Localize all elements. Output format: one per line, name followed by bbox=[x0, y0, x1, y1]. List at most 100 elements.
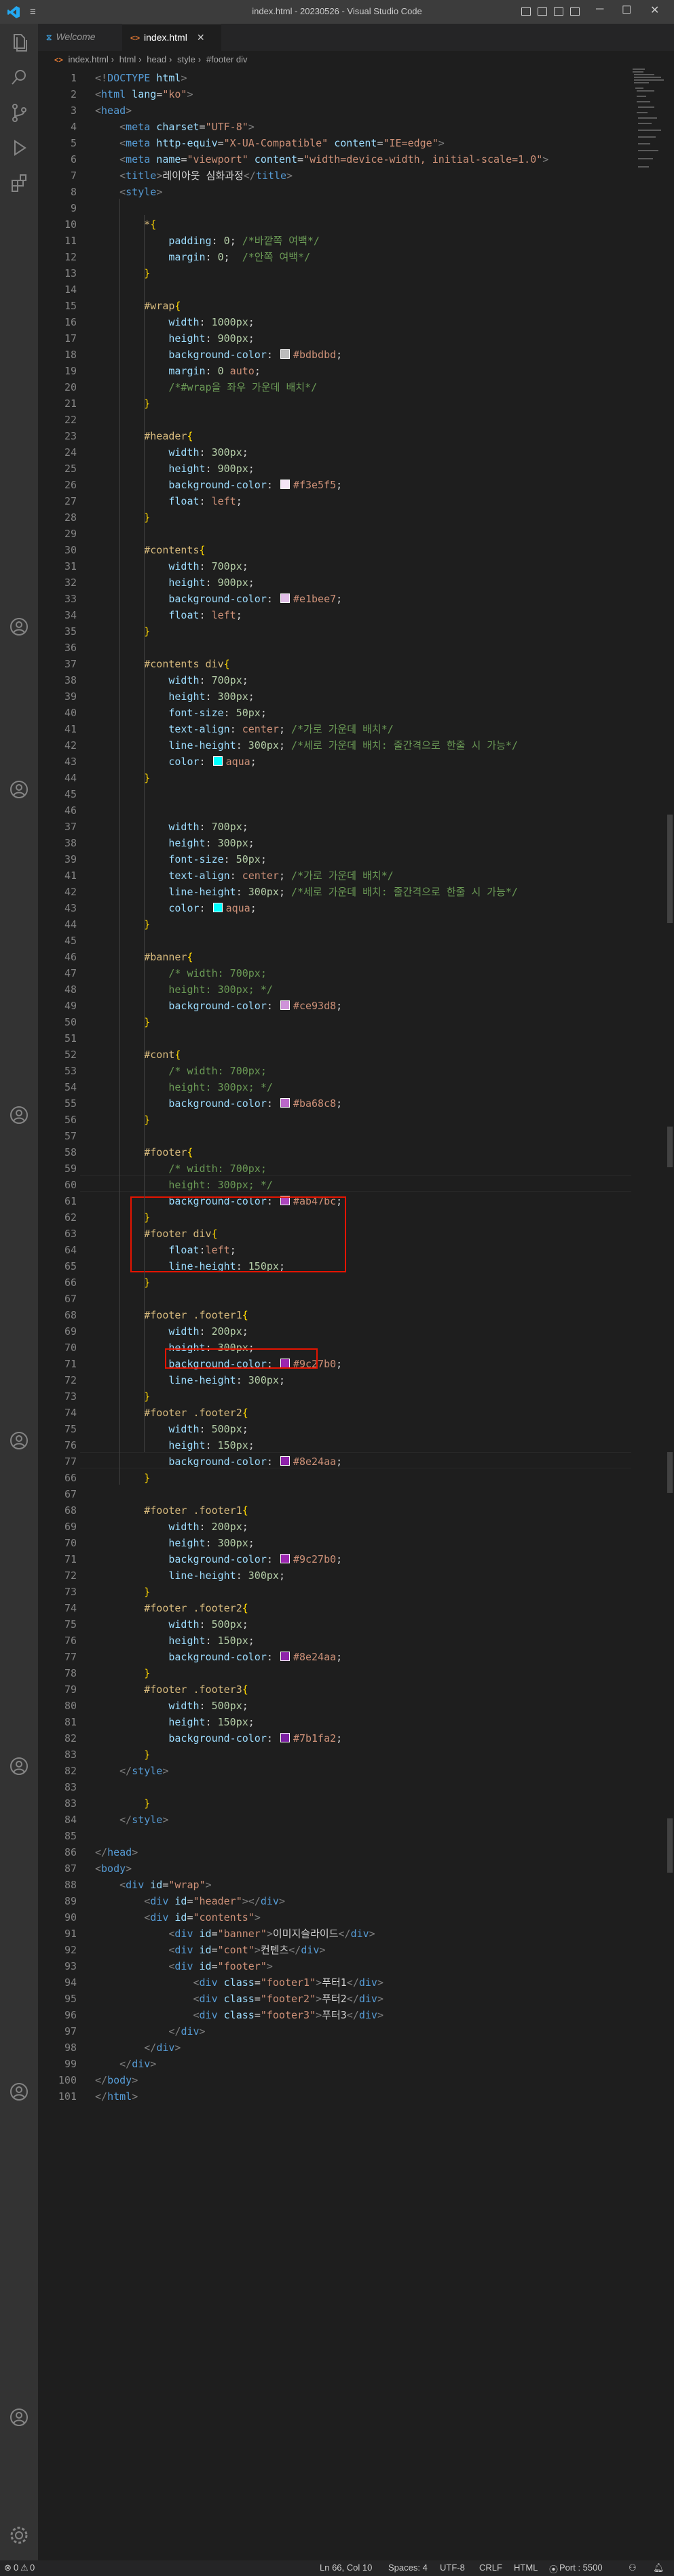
code-line[interactable]: <div class="footer2">푸터2</div> bbox=[95, 1991, 383, 2007]
code-line[interactable]: #cont{ bbox=[95, 1047, 181, 1063]
close-icon[interactable]: ✕ bbox=[650, 3, 659, 17]
encoding[interactable]: UTF-8 bbox=[440, 2562, 465, 2573]
code-line[interactable]: <html lang="ko"> bbox=[95, 86, 193, 102]
scrollbar-thumb[interactable] bbox=[667, 1452, 673, 1493]
scrollbar-thumb[interactable] bbox=[667, 1818, 673, 1873]
code-line[interactable]: margin: 0; /*안쪽 여백*/ bbox=[95, 249, 310, 265]
vertical-scrollbar[interactable] bbox=[665, 69, 674, 2545]
code-line[interactable]: padding: 0; /*바깥쪽 여백*/ bbox=[95, 233, 320, 249]
code-line[interactable]: </body> bbox=[95, 2072, 138, 2088]
code-line[interactable]: width: 200px; bbox=[95, 1519, 248, 1535]
code-line[interactable]: </head> bbox=[95, 1844, 138, 1860]
code-line[interactable]: font-size: 50px; bbox=[95, 851, 267, 867]
code-line[interactable]: <div class="footer1">푸터1</div> bbox=[95, 1974, 383, 1991]
line-ending[interactable]: CRLF bbox=[479, 2562, 502, 2573]
code-line[interactable]: #footer .footer1{ bbox=[95, 1307, 248, 1323]
warning-count[interactable]: 0 bbox=[30, 2562, 35, 2573]
toggle-secondary-sidebar-icon[interactable] bbox=[554, 7, 563, 16]
code-line[interactable]: height: 300px; */ bbox=[95, 1079, 273, 1095]
code-line[interactable]: height: 300px; bbox=[95, 1535, 254, 1551]
breadcrumb-item[interactable]: #footer div bbox=[206, 54, 248, 64]
code-line[interactable]: <div id="contents"> bbox=[95, 1909, 261, 1926]
tab-index-html[interactable]: <> index.html ✕ bbox=[122, 24, 221, 51]
code-line[interactable]: float: left; bbox=[95, 493, 242, 509]
accounts-icon[interactable] bbox=[7, 1429, 31, 1452]
minimize-icon[interactable]: ─ bbox=[596, 3, 603, 16]
live-server-icon[interactable]: ⦿ bbox=[549, 2562, 558, 2575]
extensions-icon[interactable] bbox=[7, 172, 31, 195]
code-line[interactable]: <title>레이아웃 심화과정</title> bbox=[95, 168, 293, 184]
error-icon[interactable]: ⊗ bbox=[4, 2562, 12, 2573]
tab-welcome[interactable]: ⧖ Welcome bbox=[38, 24, 122, 51]
code-line[interactable]: width: 500px; bbox=[95, 1616, 248, 1633]
code-line[interactable]: #footer .footer2{ bbox=[95, 1405, 248, 1421]
language-mode[interactable]: HTML bbox=[514, 2562, 538, 2573]
live-server-port[interactable]: Port : 5500 bbox=[559, 2562, 603, 2573]
code-line[interactable]: background-color: #9c27b0; bbox=[95, 1551, 342, 1567]
code-line[interactable]: } bbox=[95, 916, 150, 933]
code-line[interactable]: <div id="footer"> bbox=[95, 1958, 273, 1974]
code-line[interactable]: <meta http-equiv="X-UA-Compatible" conte… bbox=[95, 135, 445, 151]
code-line[interactable]: background-color: #ce93d8; bbox=[95, 998, 342, 1014]
code-line[interactable]: background-color: #e1bee7; bbox=[95, 591, 342, 607]
color-swatch-icon[interactable] bbox=[280, 1000, 290, 1010]
breadcrumb-item[interactable]: index.html bbox=[68, 54, 108, 64]
code-line[interactable]: </style> bbox=[95, 1812, 168, 1828]
code-line[interactable]: } bbox=[95, 1746, 150, 1763]
code-line[interactable]: } bbox=[95, 770, 150, 786]
code-line[interactable]: } bbox=[95, 1470, 150, 1486]
code-line[interactable]: line-height: 300px; bbox=[95, 1567, 285, 1584]
code-line[interactable]: /* width: 700px; bbox=[95, 1063, 267, 1079]
code-line[interactable]: <style> bbox=[95, 184, 162, 200]
accounts-icon[interactable] bbox=[7, 2406, 31, 2429]
code-line[interactable]: #footer .footer3{ bbox=[95, 1681, 248, 1698]
code-line[interactable]: #contents div{ bbox=[95, 656, 229, 672]
code-line[interactable]: <div id="banner">이미지슬라이드</div> bbox=[95, 1926, 375, 1942]
toggle-sidebar-icon[interactable] bbox=[521, 7, 531, 16]
code-line[interactable]: <div class="footer3">푸터3</div> bbox=[95, 2007, 383, 2023]
color-swatch-icon[interactable] bbox=[280, 480, 290, 489]
code-line[interactable]: <meta name="viewport" content="width=dev… bbox=[95, 151, 548, 168]
code-line[interactable]: height: 300px; */ bbox=[95, 1177, 273, 1193]
code-line[interactable]: line-height: 300px; bbox=[95, 1372, 285, 1388]
code-line[interactable]: width: 700px; bbox=[95, 558, 248, 574]
code-line[interactable]: } bbox=[95, 509, 150, 526]
scrollbar-thumb[interactable] bbox=[667, 1127, 673, 1167]
code-line[interactable]: } bbox=[95, 1274, 150, 1291]
code-line[interactable]: width: 200px; bbox=[95, 1323, 248, 1340]
code-line[interactable]: background-color: #8e24aa; bbox=[95, 1453, 342, 1470]
code-line[interactable]: </div> bbox=[95, 2040, 181, 2056]
warning-icon[interactable]: ⚠ bbox=[20, 2562, 29, 2573]
code-line[interactable]: </style> bbox=[95, 1763, 168, 1779]
color-swatch-icon[interactable] bbox=[280, 1733, 290, 1742]
color-swatch-icon[interactable] bbox=[280, 349, 290, 359]
code-line[interactable]: } bbox=[95, 265, 150, 281]
code-line[interactable]: <meta charset="UTF-8"> bbox=[95, 119, 255, 135]
color-swatch-icon[interactable] bbox=[212, 756, 223, 766]
code-editor[interactable]: 1 2 3 4 5 6 7 8 9 10 11 12 13 14 15 16 17 18 19 20 21 22 23 24 2… bbox=[38, 69, 674, 2545]
code-line[interactable]: /* width: 700px; bbox=[95, 965, 267, 981]
notifications-icon[interactable]: 🔔︎ bbox=[653, 2562, 664, 2573]
code-line[interactable]: width: 500px; bbox=[95, 1698, 248, 1714]
color-swatch-icon[interactable] bbox=[212, 903, 223, 912]
code-line[interactable]: background-color: #ba68c8; bbox=[95, 1095, 342, 1112]
code-line[interactable]: <!DOCTYPE html> bbox=[95, 70, 187, 86]
manage-gear-icon[interactable] bbox=[7, 2524, 31, 2547]
code-line[interactable]: } bbox=[95, 1665, 150, 1681]
accounts-icon[interactable] bbox=[7, 778, 31, 801]
scrollbar-thumb[interactable] bbox=[667, 815, 673, 923]
code-line[interactable]: #footer .footer1{ bbox=[95, 1502, 248, 1519]
toggle-panel-icon[interactable] bbox=[538, 7, 547, 16]
code-line[interactable]: <div id="header"></div> bbox=[95, 1893, 285, 1909]
code-line[interactable]: line-height: 300px; /*세로 가운데 배치: 줄간격으로 한… bbox=[95, 737, 518, 754]
code-line[interactable]: } bbox=[95, 1388, 150, 1405]
code-line[interactable]: <div id="wrap"> bbox=[95, 1877, 211, 1893]
code-line[interactable]: height: 150px; bbox=[95, 1633, 254, 1649]
code-line[interactable]: background-color: #7b1fa2; bbox=[95, 1730, 342, 1746]
customize-layout-icon[interactable] bbox=[570, 7, 580, 16]
accounts-icon[interactable] bbox=[7, 1104, 31, 1127]
code-line[interactable]: line-height: 300px; /*세로 가운데 배치: 줄간격으로 한… bbox=[95, 884, 518, 900]
search-icon[interactable] bbox=[7, 66, 31, 89]
code-line[interactable]: background-color: #8e24aa; bbox=[95, 1649, 342, 1665]
color-swatch-icon[interactable] bbox=[280, 1554, 290, 1563]
